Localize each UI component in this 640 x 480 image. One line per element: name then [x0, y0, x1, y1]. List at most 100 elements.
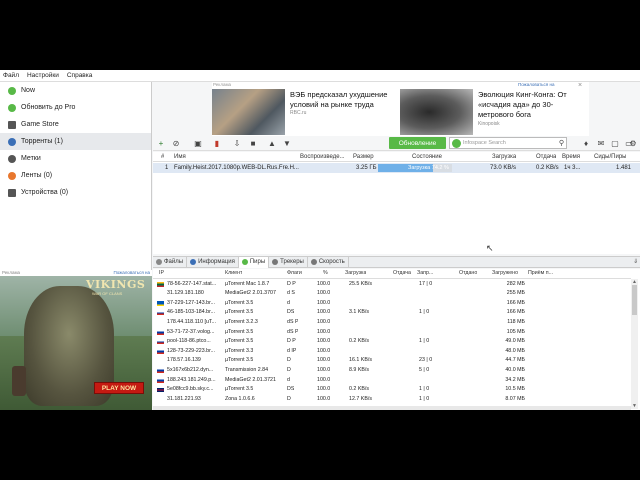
- remote-icon[interactable]: ♦: [580, 138, 592, 149]
- peer-req: 23 | 0: [419, 357, 433, 364]
- devices-icon: [8, 188, 16, 197]
- peer-pct: 100.0: [317, 338, 331, 345]
- tab-files[interactable]: Файлы: [153, 256, 188, 268]
- column-header[interactable]: Размер: [353, 152, 374, 162]
- ad-news-image-1[interactable]: [212, 89, 285, 135]
- move-down-icon[interactable]: ▼: [281, 138, 293, 149]
- peer-flags: D: [287, 395, 291, 402]
- country-flag-icon: [157, 330, 164, 335]
- chat-icon[interactable]: ✉: [595, 138, 607, 149]
- column-header[interactable]: Загружено: [492, 269, 518, 279]
- sidebar-item[interactable]: Обновить до Pro: [0, 99, 151, 116]
- tab-info[interactable]: Информация: [187, 256, 239, 268]
- column-header[interactable]: IP: [159, 269, 164, 279]
- update-button[interactable]: Обновление: [389, 137, 446, 149]
- peer-row[interactable]: 178.44.118.110 [uT... µTorrent 3.2.3 dS P 1…: [153, 318, 631, 328]
- menu-item[interactable]: Настройки: [27, 72, 59, 79]
- labels-icon: [8, 154, 16, 163]
- peer-row[interactable]: 78-56-227-147.stat... µTorrent Mac 1.8.7 D…: [153, 280, 631, 290]
- peer-row[interactable]: 46-185-103-184.br... µTorrent 3.5 DS 100.0 3…: [153, 308, 631, 318]
- sidebar-item-label: Торренты (1): [21, 138, 63, 145]
- remove-icon[interactable]: ▮: [211, 138, 223, 149]
- tab-trackers[interactable]: Трекеры: [269, 256, 308, 268]
- create-torrent-icon[interactable]: ▣: [192, 138, 204, 149]
- peers-scrollbar[interactable]: ▲ ▼: [631, 279, 638, 409]
- peer-flags: d: [287, 299, 290, 306]
- detail-tabs: Файлы Информация Пиры Трекеры Скорость ⇓: [153, 256, 640, 268]
- peer-recv: 105 МБ: [506, 328, 525, 335]
- sidebar-item[interactable]: Метки: [0, 150, 151, 167]
- peer-row[interactable]: 128-73-229-223.br... µTorrent 3.3 d IP 100.…: [153, 347, 631, 357]
- scroll-thumb[interactable]: [632, 285, 637, 315]
- search-provider-icon[interactable]: [452, 138, 461, 148]
- menu-item[interactable]: Справка: [67, 72, 93, 79]
- add-torrent-icon[interactable]: +: [155, 138, 167, 149]
- column-header[interactable]: Запр...: [417, 269, 433, 279]
- collapse-panel-icon[interactable]: ⇓: [633, 258, 638, 265]
- peer-row[interactable]: pool-118-86.ptco... µTorrent 3.5 D P 100.0 0…: [153, 337, 631, 347]
- column-header[interactable]: Флаги: [287, 269, 302, 279]
- device-icon[interactable]: ▢: [609, 138, 621, 149]
- horizontal-scrollbar[interactable]: [153, 406, 631, 410]
- column-header[interactable]: Имя: [174, 152, 186, 162]
- peer-row[interactable]: 178.57.16.139 µTorrent 3.5 D 100.0 16.1 KB/s…: [153, 356, 631, 366]
- peer-pct: 100.0: [317, 347, 331, 354]
- peer-row[interactable]: 5e08fcc9.bb.sky.c... µTorrent 3.5 DS 100.0 0…: [153, 385, 631, 395]
- sidebar-item-label: Now: [21, 87, 36, 94]
- column-header[interactable]: Загрузка: [345, 269, 366, 279]
- peer-client: µTorrent 3.5: [225, 357, 254, 364]
- peer-pct: 100.0: [317, 290, 331, 297]
- peer-row[interactable]: 37-229-127-143.br... µTorrent 3.5 d 100.0 16…: [153, 299, 631, 309]
- peer-row[interactable]: 188.243.181.249.p... MediaGet2 2.01.3721 d…: [153, 376, 631, 386]
- column-header[interactable]: Приём п...: [528, 269, 553, 279]
- menu-item[interactable]: Файл: [3, 72, 19, 79]
- peer-row[interactable]: 53-71-72-37.volog... µTorrent 3.5 dS P 100.…: [153, 328, 631, 338]
- peer-req: 1 | 0: [419, 309, 430, 316]
- search-icon[interactable]: ⚲: [559, 139, 564, 147]
- column-header[interactable]: Отдано: [459, 269, 477, 279]
- scroll-down-icon[interactable]: ▼: [631, 403, 638, 409]
- download-icon[interactable]: ⇩: [231, 138, 243, 149]
- peer-client: µTorrent 3.5: [225, 386, 254, 393]
- left-ad-banner[interactable]: Реклама Пожаловаться на VIKINGS WAR OF C…: [0, 270, 152, 410]
- peer-pct: 100.0: [317, 309, 331, 316]
- ad-news-title-2[interactable]: Эволюция Кинг-Конга: От «исчадия ада» до…: [478, 90, 588, 120]
- peer-flags: d IP: [287, 347, 297, 354]
- column-header[interactable]: Отдача: [536, 152, 556, 162]
- tab-peers[interactable]: Пиры: [238, 256, 270, 268]
- sidebar-item[interactable]: Торренты (1): [0, 133, 151, 150]
- peer-req: 1 | 0: [419, 386, 430, 393]
- column-header[interactable]: Клиент: [225, 269, 242, 279]
- ad-news-title-1[interactable]: ВЭБ предсказал ухудшение условий на рынк…: [290, 90, 396, 110]
- peer-row[interactable]: 5x167x6b212.dyn... Transmission 2.84 D 100.…: [153, 366, 631, 376]
- top-ad-report-link[interactable]: Пожаловаться на: [518, 82, 554, 87]
- ad-news-image-2[interactable]: [400, 89, 473, 135]
- column-header[interactable]: Загрузка: [492, 152, 516, 162]
- search-input[interactable]: Infospace Search ⚲: [449, 137, 567, 149]
- ad-close-icon[interactable]: ×: [578, 82, 582, 89]
- peer-row[interactable]: 31.181.221.93 Zona 1.0.6.6 D 100.0 12.7 KB/s…: [153, 395, 631, 405]
- column-header[interactable]: Время: [562, 152, 580, 162]
- sidebar-item[interactable]: Устройства (0): [0, 184, 151, 201]
- torrent-row[interactable]: 1 Family.Heist.2017.1080p.WEB-DL.Rus.Fre.…: [153, 163, 640, 173]
- now-icon: [8, 86, 16, 95]
- sidebar-item[interactable]: Ленты (0): [0, 167, 151, 184]
- add-link-icon[interactable]: ⊘: [170, 138, 182, 149]
- torrent-name: Family.Heist.2017.1080p.WEB-DL.Rus.Fre.H…: [174, 165, 299, 171]
- column-header[interactable]: Сиды/Пиры: [594, 152, 626, 162]
- sidebar-item[interactable]: Game Store: [0, 116, 151, 133]
- column-header[interactable]: Воспроизведе...: [300, 152, 345, 162]
- column-header[interactable]: Состояние: [412, 152, 442, 162]
- stop-icon[interactable]: ■: [247, 138, 259, 149]
- sidebar-item[interactable]: Now: [0, 82, 151, 99]
- settings-gear-icon[interactable]: ⚙: [627, 138, 639, 149]
- play-now-button[interactable]: PLAY NOW: [94, 382, 144, 394]
- column-header[interactable]: #: [161, 152, 164, 162]
- column-header[interactable]: %: [323, 269, 328, 279]
- peer-row[interactable]: 31.129.181.180 MediaGet2 2.01.3707 d S 100.…: [153, 289, 631, 299]
- column-header[interactable]: Отдача: [393, 269, 411, 279]
- peer-ip: 53-71-72-37.volog...: [167, 328, 215, 335]
- tab-speed[interactable]: Скорость: [308, 256, 349, 268]
- torrent-seeds: 1.481: [616, 165, 632, 171]
- move-up-icon[interactable]: ▲: [266, 138, 278, 149]
